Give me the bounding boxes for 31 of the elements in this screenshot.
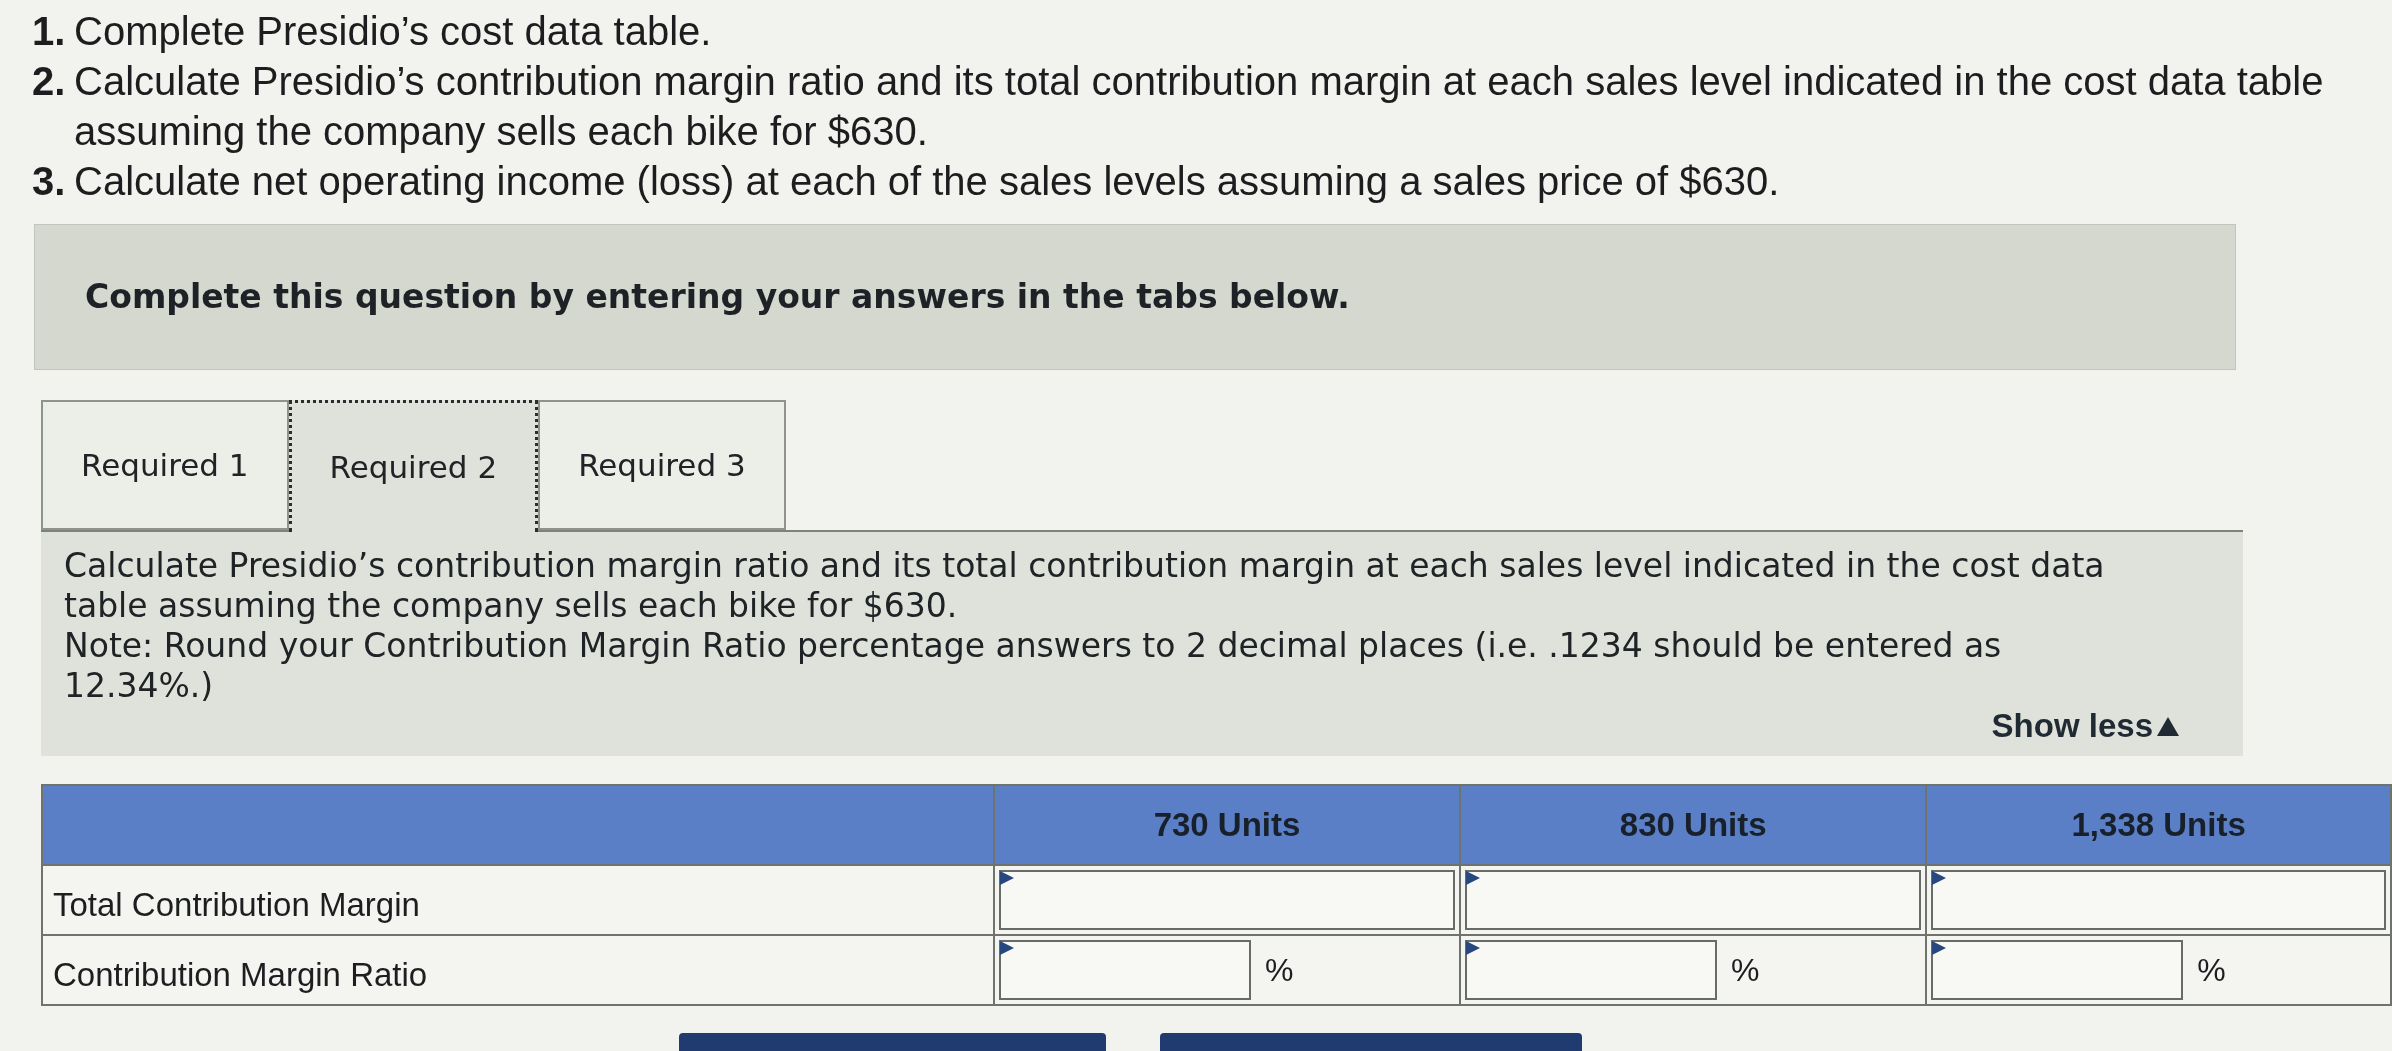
corner-marker-icon — [999, 941, 1014, 955]
input-field[interactable] — [1931, 870, 2386, 930]
column-header: 1,338 Units — [1926, 785, 2391, 865]
show-less-link[interactable]: Show less — [1991, 706, 2179, 746]
input-field[interactable] — [998, 940, 1251, 1000]
corner-marker-icon — [1466, 871, 1481, 885]
tab[interactable]: Required 2 — [288, 400, 539, 532]
input-field[interactable] — [1465, 870, 1922, 930]
input-field[interactable] — [1931, 940, 2184, 1000]
tab[interactable]: Required 1 — [41, 400, 289, 530]
corner-marker-icon — [1932, 871, 1947, 885]
input-field[interactable] — [1465, 940, 1718, 1000]
question-item: 3. Calculate net operating income (loss) at each of the sales levels assuming a sales price of $630. — [32, 158, 1781, 205]
percent-sign: % — [2197, 951, 2226, 990]
corner-marker-icon — [999, 871, 1014, 885]
corner-marker-icon — [1932, 941, 1947, 955]
percent-sign: % — [1731, 951, 1760, 990]
triangle-up-icon — [2157, 716, 2179, 736]
banner-text: Complete this question by entering your answers in the tabs below. — [85, 276, 1350, 319]
note-text: Note: Round your Contribution Margin Ratio percentage answers to 2 decimal places (i.e. .1234 should be entered as 12.34%.) — [64, 626, 2003, 706]
instruction-text: Calculate Presidio’s contribution margin ratio and its total contribution margin at each sales level indicated in the cost data table assuming the company sells each bike for $630. — [64, 546, 2106, 626]
question-item: 2. Calculate Presidio’s contribution margin ratio and its total contribution margin at each sales level indicated in the cost data table assuming the company sells each bike for $630. — [32, 58, 2325, 155]
tab[interactable]: Required 3 — [538, 400, 786, 530]
input-field[interactable] — [998, 870, 1456, 930]
percent-sign: % — [1264, 951, 1294, 990]
corner-marker-icon — [1466, 941, 1481, 955]
row-label: Contribution Margin Ratio — [42, 935, 994, 1005]
column-header: 730 Units — [993, 785, 1461, 865]
question-item: 1. Complete Presidio’s cost data table. — [32, 8, 713, 55]
column-header: 830 Units — [1460, 785, 1927, 865]
row-label: Total Contribution Margin — [42, 865, 994, 935]
